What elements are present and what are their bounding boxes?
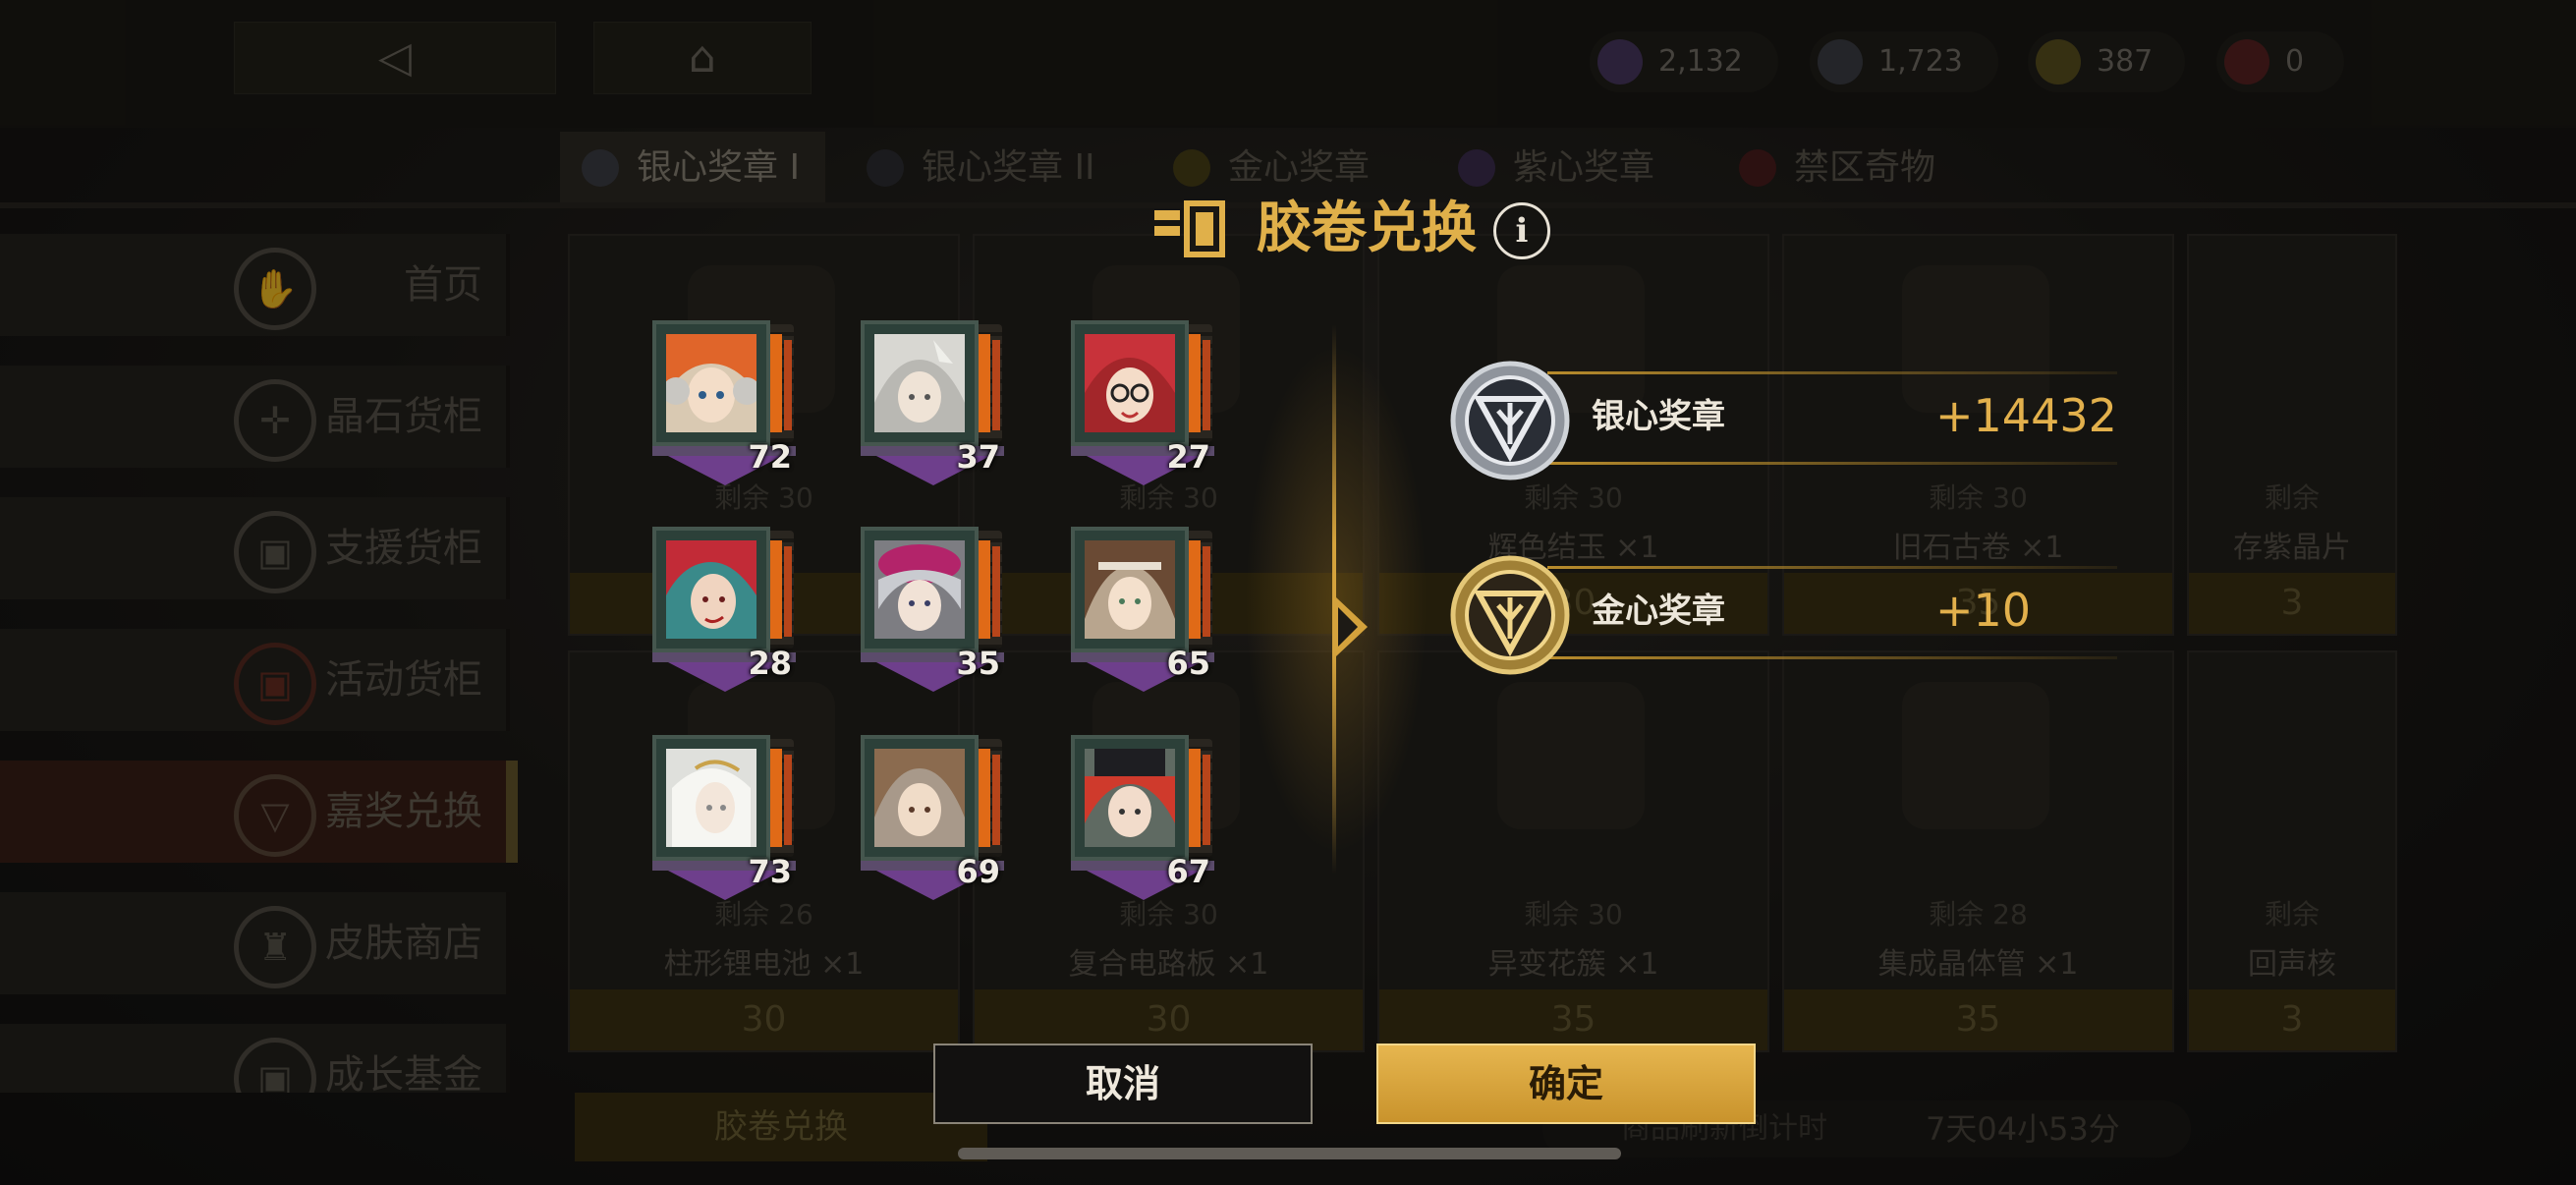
film-count: 69 — [956, 853, 1000, 890]
dialog-title-text: 胶卷兑换 — [1257, 197, 1477, 260]
character-portrait — [666, 334, 756, 432]
reward-gold-medal: 金心奖章 +10 — [1449, 554, 2117, 692]
film-item[interactable]: 67 — [1071, 735, 1214, 902]
film-item[interactable]: 35 — [861, 527, 1004, 694]
film-frame — [861, 527, 979, 652]
film-frame — [861, 735, 979, 861]
film-item[interactable]: 37 — [861, 320, 1004, 487]
confirm-label: 确定 — [1528, 1062, 1603, 1105]
character-portrait — [1085, 749, 1175, 847]
character-portrait — [874, 540, 965, 639]
film-frame — [652, 320, 770, 446]
reward-value: +10 — [1935, 584, 2032, 637]
film-item[interactable]: 72 — [652, 320, 796, 487]
reward-value: +14432 — [1935, 389, 2117, 442]
film-count: 72 — [748, 438, 792, 476]
cancel-label: 取消 — [1085, 1062, 1160, 1105]
film-item[interactable]: 28 — [652, 527, 796, 694]
film-count: 65 — [1166, 645, 1210, 682]
film-count: 37 — [956, 438, 1000, 476]
character-portrait — [666, 540, 756, 639]
character-portrait — [874, 749, 965, 847]
gold-medal-icon — [1450, 555, 1570, 675]
film-count: 27 — [1166, 438, 1210, 476]
film-frame — [652, 735, 770, 861]
reward-name: 金心奖章 — [1592, 592, 1725, 631]
film-item[interactable]: 65 — [1071, 527, 1214, 694]
film-item[interactable]: 27 — [1071, 320, 1214, 487]
film-frame — [1071, 320, 1189, 446]
info-icon: i — [1515, 211, 1529, 251]
silver-medal-icon — [1450, 361, 1570, 480]
film-frame — [652, 527, 770, 652]
film-item[interactable]: 69 — [861, 735, 1004, 902]
reward-name: 银心奖章 — [1592, 397, 1725, 436]
character-portrait — [874, 334, 965, 432]
character-portrait — [1085, 334, 1175, 432]
dialog-title: 胶卷兑换 i — [1154, 195, 1567, 263]
film-count: 28 — [748, 645, 792, 682]
reward-silver-medal: 银心奖章 +14432 — [1449, 360, 2117, 497]
film-count: 67 — [1166, 853, 1210, 890]
film-frame — [861, 320, 979, 446]
character-portrait — [1085, 540, 1175, 639]
film-frame — [1071, 527, 1189, 652]
film-count: 35 — [956, 645, 1000, 682]
film-reel-icon — [1154, 200, 1225, 257]
cancel-button[interactable]: 取消 — [933, 1044, 1313, 1124]
confirm-button[interactable]: 确定 — [1376, 1044, 1756, 1124]
character-portrait — [666, 749, 756, 847]
film-item[interactable]: 73 — [652, 735, 796, 902]
film-frame — [1071, 735, 1189, 861]
info-button[interactable]: i — [1493, 202, 1550, 259]
film-count: 73 — [748, 853, 792, 890]
home-indicator — [958, 1148, 1621, 1159]
